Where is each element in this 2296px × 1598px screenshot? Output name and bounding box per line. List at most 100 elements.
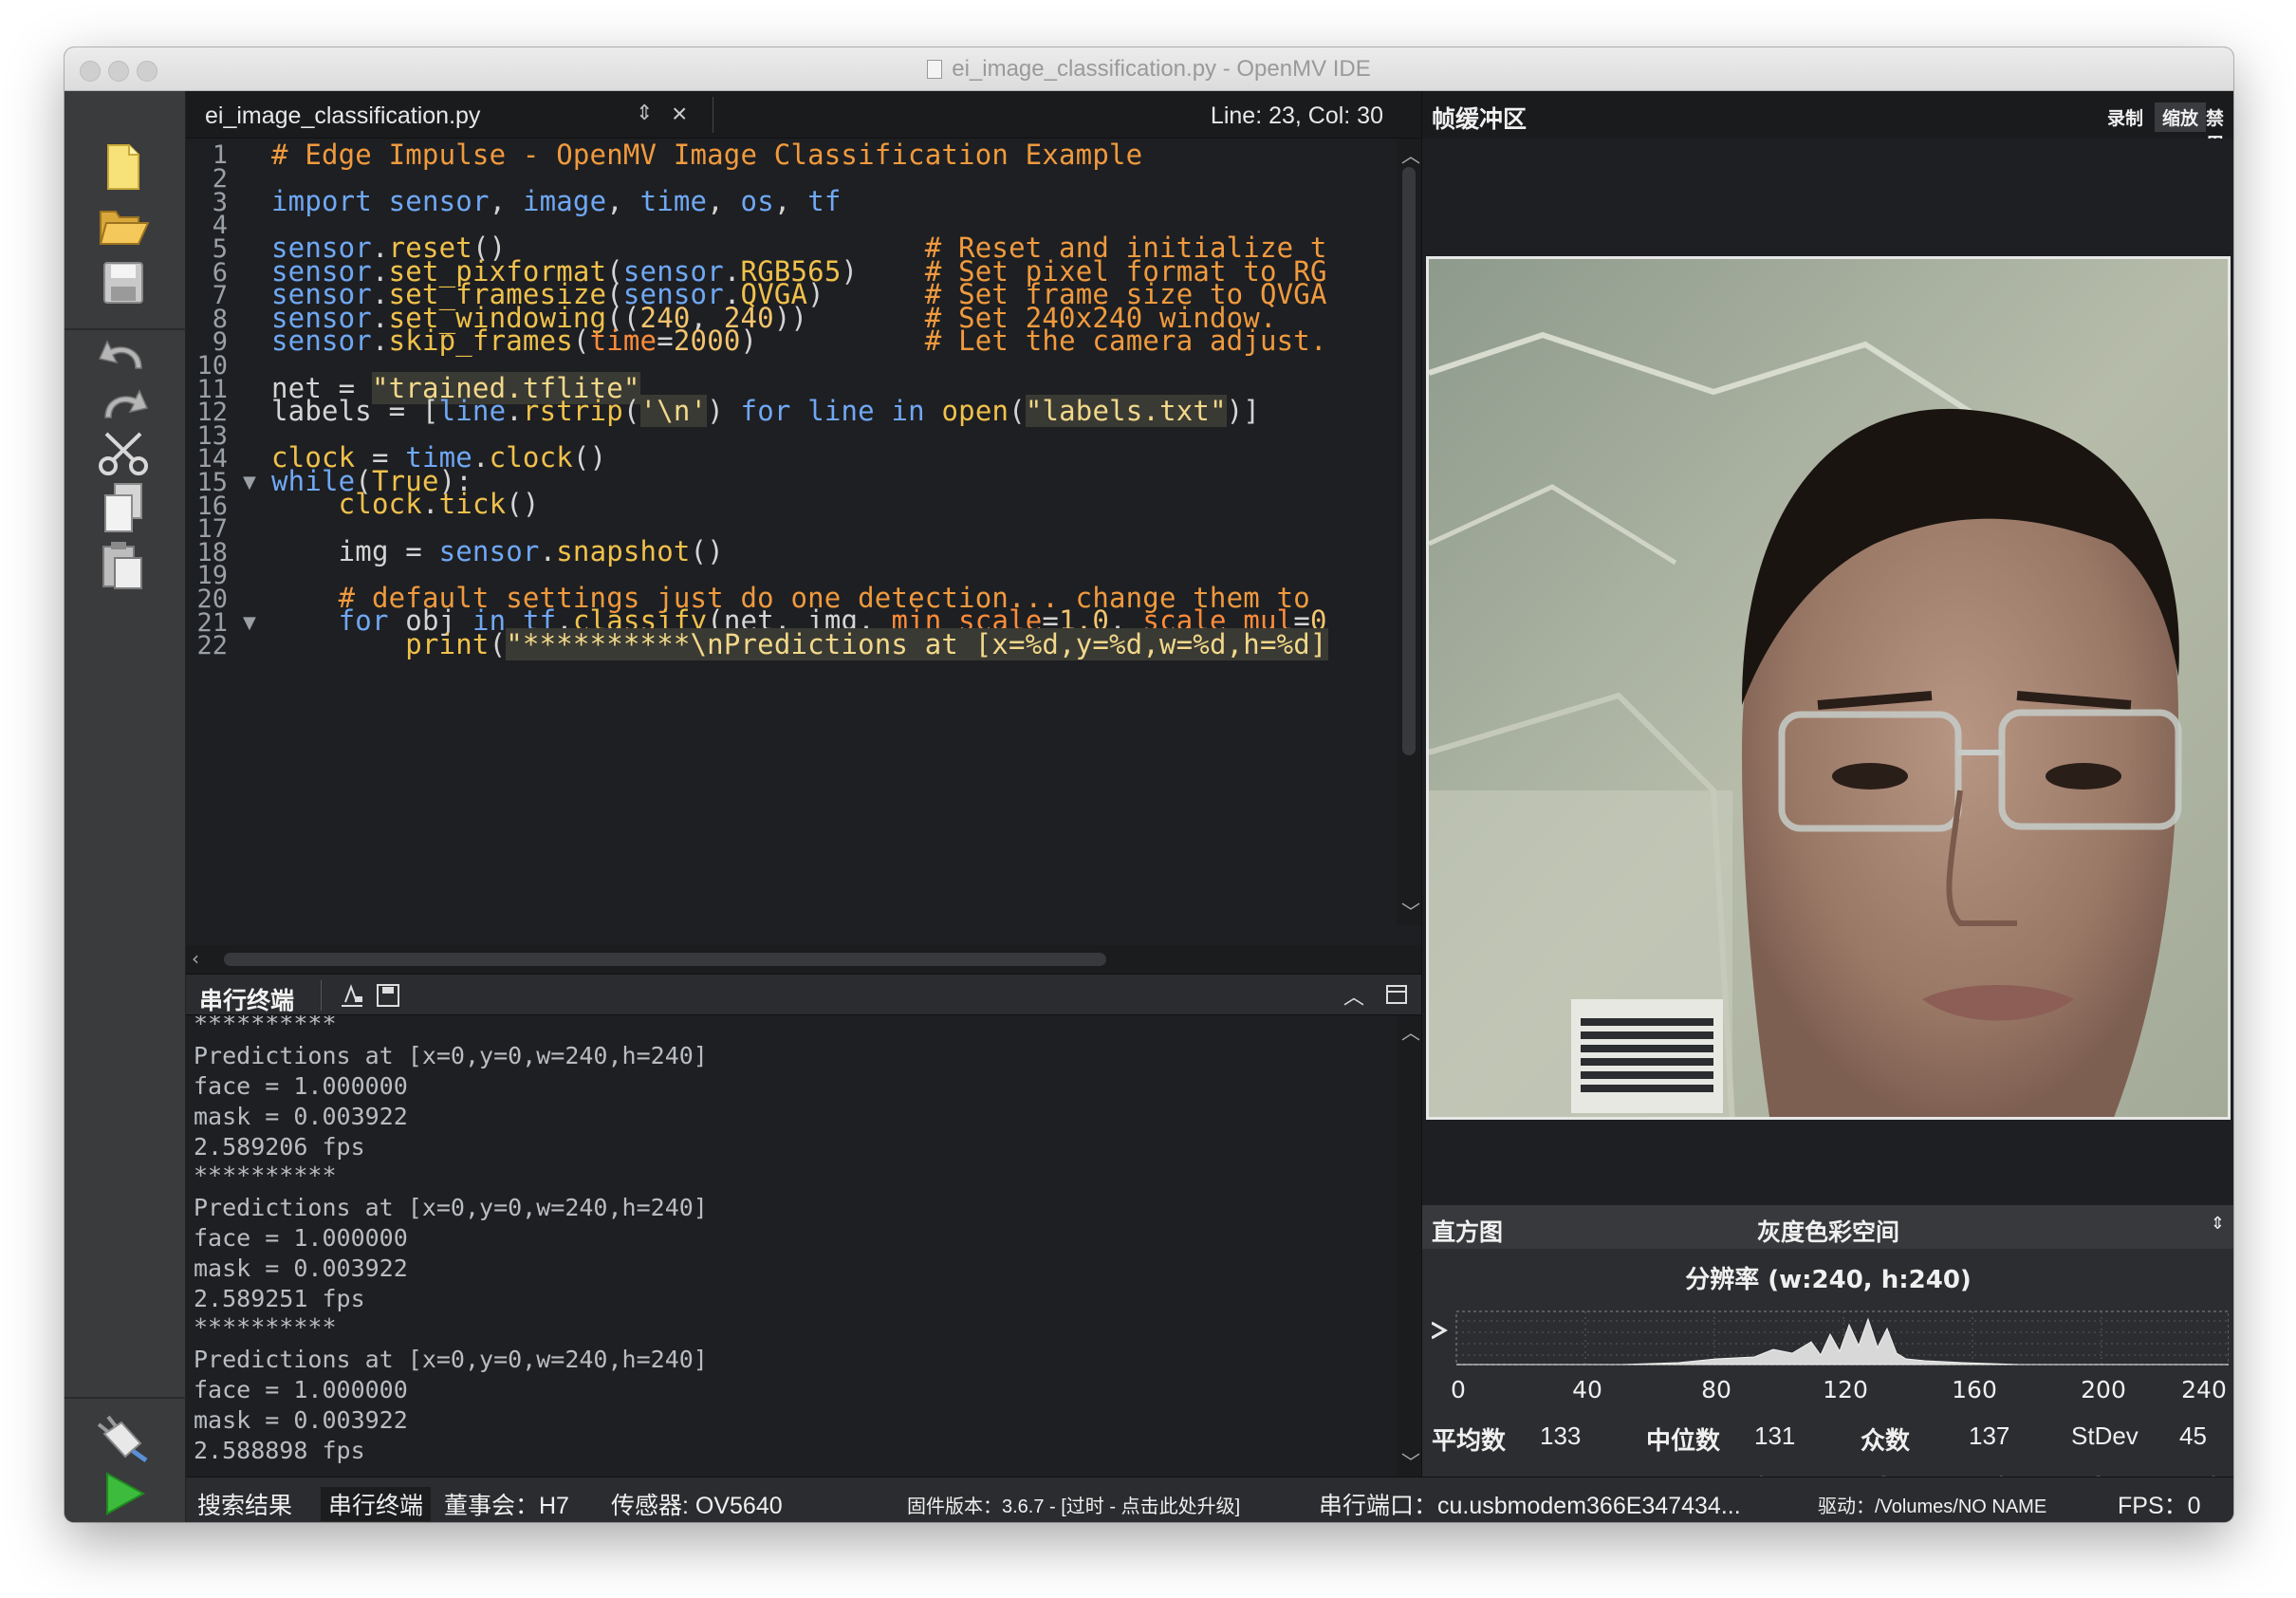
terminal-line: mask = 0.003922 (194, 1254, 408, 1282)
ide-window: ei_image_classification.py - OpenMV IDE (65, 47, 2233, 1522)
terminal-save-icon[interactable] (376, 983, 400, 1012)
axis-tick: 120 (1823, 1376, 1868, 1403)
axis-tick: 0 (1451, 1376, 1466, 1403)
sensor-label: 传感器: OV5640 (611, 1493, 783, 1519)
board-label: 董事会：H7 (444, 1493, 569, 1519)
close-file-icon[interactable]: × (672, 99, 687, 129)
mean-label: 平均数 (1432, 1426, 1507, 1455)
histogram-bars (1456, 1317, 2229, 1366)
terminal-line: 2.589206 fps (194, 1133, 365, 1161)
serial-terminal-tab[interactable]: 串行终端 (321, 1487, 432, 1521)
terminal-line: Predictions at [x=0,y=0,w=240,h=240] (194, 1194, 708, 1221)
terminal-line: mask = 0.003922 (194, 1103, 408, 1130)
editor-vertical-scrollbar[interactable]: ︿ ﹀ (1397, 139, 1421, 926)
status-bar: 搜索结果 串行终端 董事会：H7 传感器: OV5640 固件版本：3.6.7 … (186, 1477, 2233, 1522)
paste-icon (102, 542, 142, 589)
new-file-button[interactable] (93, 137, 154, 197)
run-button[interactable] (93, 1463, 154, 1522)
color-space-select[interactable]: 灰度色彩空间 (1422, 1214, 2233, 1248)
stdev-label: StDev (2071, 1421, 2139, 1450)
axis-tick: 240 (2181, 1376, 2227, 1403)
terminal-line: Predictions at [x=0,y=0,w=240,h=240] (194, 1042, 708, 1069)
serial-port-label[interactable]: 串行端口：cu.usbmodem366E347434... (1319, 1487, 1741, 1521)
zoom-button[interactable]: 缩放 (2155, 102, 2207, 132)
open-folder-icon (99, 211, 150, 245)
scroll-down-icon[interactable]: ﹀ (1401, 1447, 1420, 1475)
histogram-header: 直方图 灰度色彩空间 ⇕ (1422, 1205, 2233, 1249)
code-line: img = sensor.snapshot() (271, 535, 724, 567)
histogram-panel: 直方图 灰度色彩空间 ⇕ 分辨率 (w:240, h:240) 0 40 80 … (1422, 1205, 2233, 1504)
save-button[interactable] (93, 252, 154, 313)
document-icon (927, 60, 943, 79)
scroll-left-icon[interactable]: ‹ (192, 947, 199, 970)
line-number: 22 (196, 631, 228, 660)
editor-header: ei_image_classification.py ⇕ × Line: 23,… (186, 91, 1421, 139)
firmware-upgrade-link[interactable]: 固件版本：3.6.7 - [过时 - 点击此处升级] (907, 1491, 1240, 1518)
window-title: ei_image_classification.py - OpenMV IDE (952, 56, 1371, 82)
fold-arrow-icon[interactable]: ▼ (243, 473, 256, 492)
frame-buffer-header: 帧缓冲区 录制 缩放 禁用 (1422, 91, 2233, 155)
camera-frame-image (1426, 256, 2231, 1120)
redo-icon (104, 389, 149, 418)
undo-icon (98, 340, 142, 369)
title-bar: ei_image_classification.py - OpenMV IDE (65, 47, 2233, 91)
scroll-up-icon[interactable]: ︿ (1401, 1017, 1420, 1045)
axis-tick: 160 (1952, 1376, 1997, 1403)
terminal-output[interactable]: ********** Predictions at [x=0,y=0,w=240… (194, 1015, 1389, 1477)
fold-arrow-icon[interactable]: ▼ (243, 613, 256, 633)
run-icon (106, 1472, 146, 1515)
code-editor: ei_image_classification.py ⇕ × Line: 23,… (186, 91, 1421, 974)
code-line: sensor.skip_frames(time=2000) # Let the … (271, 325, 1327, 357)
copy-button[interactable] (93, 478, 154, 539)
code-line: clock.tick() (338, 488, 540, 520)
file-switch-arrows-icon[interactable]: ⇕ (636, 101, 653, 125)
terminal-line: 2.589251 fps (194, 1285, 365, 1312)
code-line: import sensor, image, time, os, tf (271, 185, 842, 217)
mode-label: 众数 (1861, 1426, 1911, 1455)
open-file-button[interactable] (93, 195, 154, 256)
line-number-gutter: 1 2 3 4 5 6 7 8 9 10 11 12 13 14 15 ▼ 16… (186, 139, 264, 926)
median-value: 131 (1754, 1421, 1796, 1450)
terminal-clear-icon[interactable] (338, 981, 366, 1013)
terminal-collapse-icon[interactable]: ︿ (1343, 980, 1364, 1011)
frame-buffer-title: 帧缓冲区 (1432, 105, 1528, 133)
cut-button[interactable] (93, 423, 154, 484)
scroll-down-icon[interactable]: ﹀ (1401, 897, 1420, 924)
search-results-tab[interactable]: 搜索结果 (197, 1487, 292, 1521)
histogram-marker-icon (1432, 1321, 1449, 1340)
axis-tick: 200 (2081, 1376, 2126, 1403)
connect-button[interactable] (93, 1408, 154, 1469)
code-line: labels = [line.rstrip('\n') for line in … (271, 395, 1261, 427)
terminal-line: mask = 0.003922 (194, 1406, 408, 1434)
axis-tick: 40 (1572, 1376, 1602, 1403)
cut-icon (99, 432, 148, 475)
scroll-up-icon[interactable]: ︿ (1401, 140, 1420, 168)
fps-label: FPS：0 (2118, 1493, 2201, 1519)
terminal-line: face = 1.000000 (194, 1072, 408, 1100)
new-file-icon (107, 144, 139, 190)
paste-button[interactable] (93, 535, 154, 596)
cursor-position: Line: 23, Col: 30 (1210, 102, 1383, 129)
main-toolbar (65, 91, 186, 1522)
file-tab[interactable]: ei_image_classification.py (205, 102, 480, 130)
terminal-scrollbar[interactable]: ︿ ﹀ (1397, 1015, 1421, 1477)
terminal-line: face = 1.000000 (194, 1376, 408, 1403)
terminal-float-icon[interactable] (1385, 984, 1408, 1009)
copy-icon (104, 483, 142, 532)
mean-value: 133 (1540, 1421, 1582, 1450)
histogram-graph (1432, 1310, 2229, 1366)
camera-image (1429, 259, 2228, 1117)
record-button[interactable]: 录制 (2100, 102, 2151, 132)
resolution-label: 分辨率 (w:240, h:240) (1685, 1266, 1972, 1294)
mode-value: 137 (1969, 1421, 2010, 1450)
connect-icon (97, 1415, 148, 1462)
chevron-updown-icon[interactable]: ⇕ (2211, 1214, 2225, 1234)
serial-terminal: 串行终端 ︿ ********** Predictions at [x=0,y=… (186, 974, 1421, 1477)
code-line: print("**********\nPredictions at [x=%d,… (271, 628, 1328, 660)
terminal-line: Predictions at [x=0,y=0,w=240,h=240] (194, 1346, 708, 1373)
save-icon (103, 262, 143, 304)
code-area[interactable]: # Edge Impulse - OpenMV Image Classifica… (271, 139, 1328, 926)
editor-horizontal-scrollbar[interactable]: ‹ (186, 945, 1421, 974)
terminal-title: 串行终端 (199, 987, 295, 1014)
terminal-header: 串行终端 ︿ (186, 974, 1421, 1015)
